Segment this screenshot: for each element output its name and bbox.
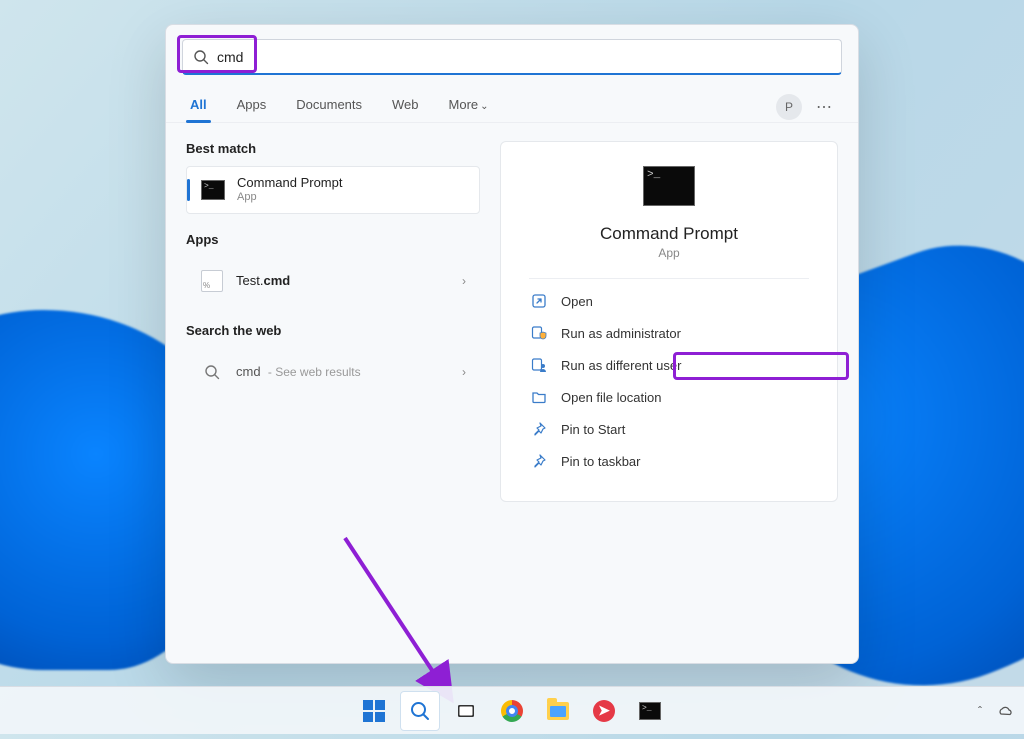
taskbar: ➤ ˆ (0, 686, 1024, 734)
filter-tabs: All Apps Documents Web More⌄ P ⋯ (166, 81, 858, 123)
search-box[interactable] (182, 39, 842, 75)
result-web-search[interactable]: cmd - See web results › (186, 348, 480, 396)
options-more-icon[interactable]: ⋯ (812, 93, 838, 121)
action-pin-to-taskbar[interactable]: Pin to taskbar (529, 445, 809, 477)
search-taskbar-button[interactable] (400, 691, 440, 731)
pin-icon (531, 453, 547, 469)
search-web-label: Search the web (186, 323, 480, 338)
cmd-icon (643, 166, 695, 206)
windows-logo-icon (363, 700, 385, 722)
search-icon (409, 700, 431, 722)
result-command-prompt[interactable]: Command Prompt App (186, 166, 480, 214)
detail-subtitle: App (658, 246, 679, 260)
folder-icon (531, 389, 547, 405)
search-icon (204, 364, 220, 380)
start-button[interactable] (354, 691, 394, 731)
result-title: Test.cmd (236, 273, 456, 289)
user-icon (531, 357, 547, 373)
action-pin-to-start[interactable]: Pin to Start (529, 413, 809, 445)
tab-more[interactable]: More⌄ (445, 91, 493, 122)
tab-all[interactable]: All (186, 91, 211, 122)
tab-documents[interactable]: Documents (292, 91, 366, 122)
pin-icon (531, 421, 547, 437)
detail-column: Command Prompt App Open Run as administr… (490, 123, 858, 663)
start-search-popup: All Apps Documents Web More⌄ P ⋯ Best ma… (165, 24, 859, 664)
onedrive-icon[interactable] (996, 702, 1014, 720)
search-icon (193, 49, 209, 65)
red-app-icon: ➤ (593, 700, 615, 722)
taskbar-command-prompt[interactable] (630, 691, 670, 731)
cmd-icon (639, 702, 661, 720)
chrome-icon (501, 700, 523, 722)
chevron-right-icon: › (456, 365, 472, 379)
detail-title: Command Prompt (600, 224, 738, 244)
task-view-button[interactable] (446, 691, 486, 731)
result-title: cmd - See web results (236, 364, 456, 380)
taskbar-file-explorer[interactable] (538, 691, 578, 731)
tab-apps[interactable]: Apps (233, 91, 271, 122)
action-open-file-location[interactable]: Open file location (529, 381, 809, 413)
chevron-down-icon: ⌄ (480, 101, 488, 112)
shield-admin-icon (531, 325, 547, 341)
result-test-cmd[interactable]: % Test.cmd › (186, 257, 480, 305)
open-icon (531, 293, 547, 309)
tab-web[interactable]: Web (388, 91, 423, 122)
result-title: Command Prompt (237, 175, 471, 191)
action-run-as-administrator[interactable]: Run as administrator (529, 317, 809, 349)
action-run-as-different-user[interactable]: Run as different user (529, 349, 809, 381)
user-avatar[interactable]: P (776, 94, 802, 120)
tray-chevron-up-icon[interactable]: ˆ (978, 704, 982, 718)
detail-card: Command Prompt App Open Run as administr… (500, 141, 838, 502)
best-match-label: Best match (186, 141, 480, 156)
cmd-file-icon: % (201, 270, 223, 292)
apps-label: Apps (186, 232, 480, 247)
cmd-icon (201, 180, 225, 200)
search-input[interactable] (217, 49, 831, 65)
task-view-icon (456, 701, 476, 721)
chevron-right-icon: › (456, 274, 472, 288)
taskbar-chrome[interactable] (492, 691, 532, 731)
file-explorer-icon (547, 702, 569, 720)
taskbar-app-red[interactable]: ➤ (584, 691, 624, 731)
action-open[interactable]: Open (529, 285, 809, 317)
annotation-arrow (335, 530, 475, 710)
result-subtitle: App (237, 191, 471, 205)
